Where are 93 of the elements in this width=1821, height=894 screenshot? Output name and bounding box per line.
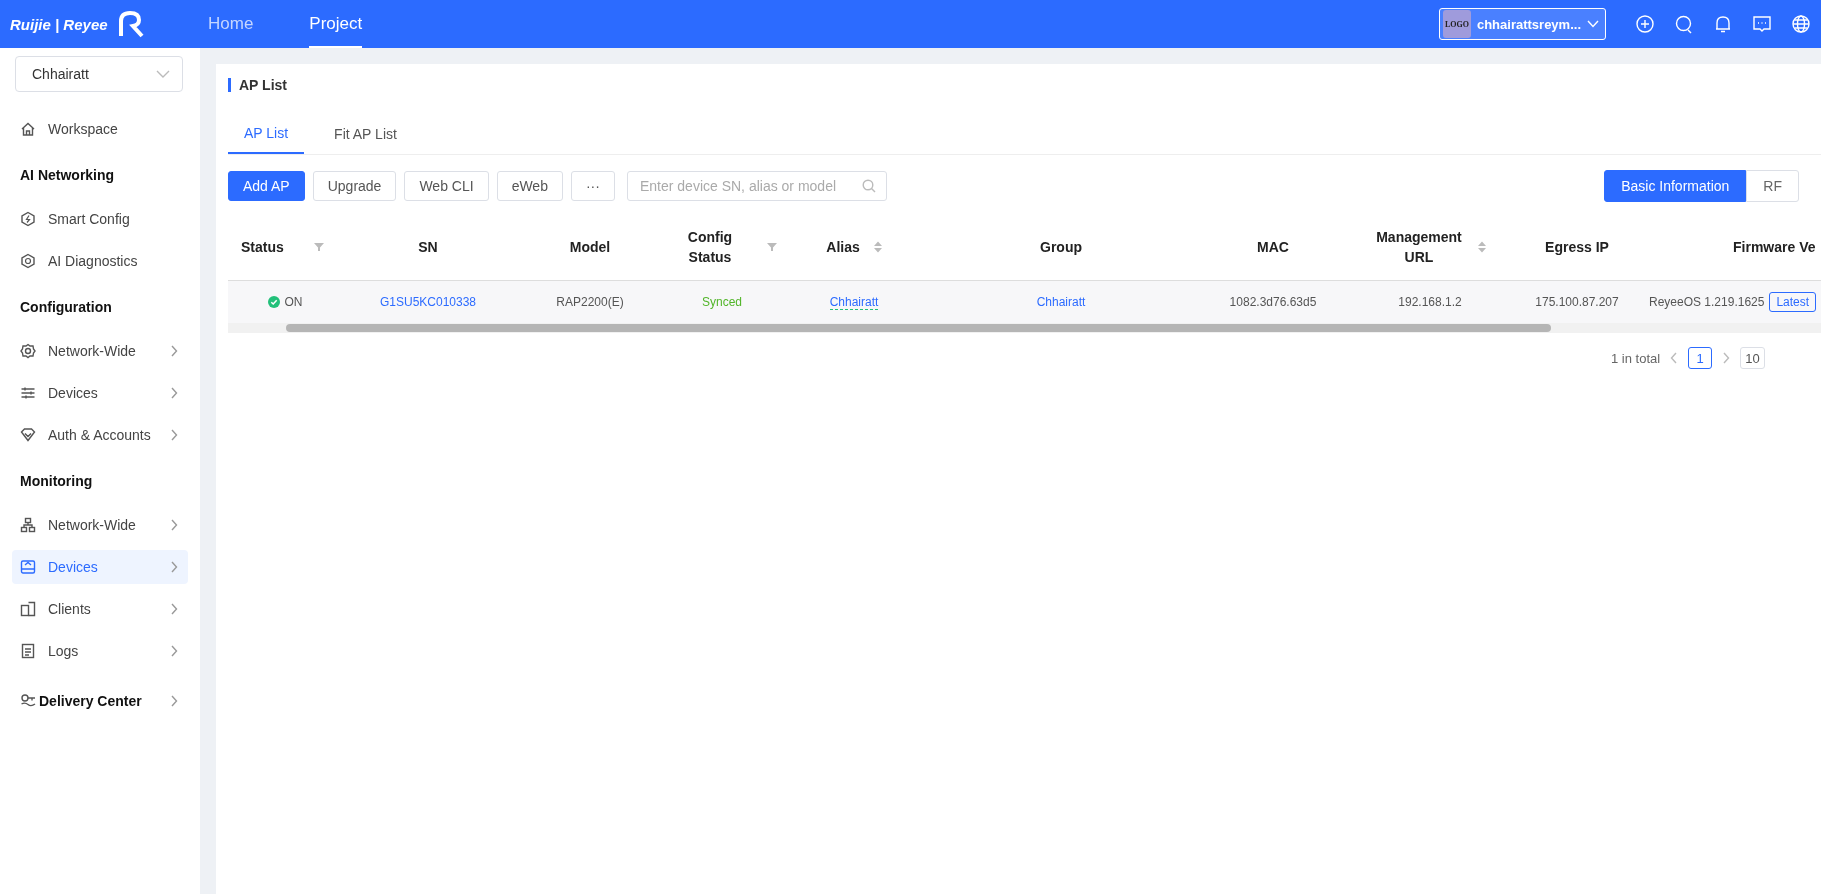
menu-item[interactable]: Network-Wide xyxy=(12,508,188,542)
menu-item[interactable]: Smart Config xyxy=(12,202,188,236)
search-field[interactable]: Enter device SN, alias or model xyxy=(626,171,887,201)
config-status: Synced xyxy=(702,295,742,309)
column-header: Egress IP xyxy=(1545,238,1609,257)
globe-icon[interactable] xyxy=(1791,14,1811,34)
chevron-down-icon xyxy=(156,70,170,78)
brand-logo: Ruijie | Reyee xyxy=(10,9,180,39)
add-icon[interactable] xyxy=(1635,14,1655,34)
menu-label: Devices xyxy=(48,559,98,575)
action-button[interactable]: Upgrade xyxy=(312,171,397,201)
menu-item[interactable]: Workspace xyxy=(12,112,188,146)
network-icon xyxy=(20,517,36,533)
column-header: Group xyxy=(1040,238,1082,257)
column-header: Config Status xyxy=(686,228,734,267)
menu-label: Network-Wide xyxy=(48,343,136,359)
account-name: chhairattsreym... xyxy=(1476,16,1581,32)
menu-item[interactable]: Logs xyxy=(12,634,188,668)
status-text: ON xyxy=(284,295,303,309)
column-header: Management URL xyxy=(1375,228,1463,267)
filter-icon[interactable] xyxy=(767,242,777,252)
page-button[interactable]: 1 xyxy=(1688,347,1713,369)
hexagon-icon xyxy=(20,211,36,227)
table-cell: 192.168.1.2 xyxy=(1398,295,1462,309)
device-icon xyxy=(20,559,36,575)
menu-label: Logs xyxy=(48,643,79,659)
view-toggle[interactable]: Basic Information xyxy=(1604,170,1747,202)
menu-label: Clients xyxy=(48,601,91,617)
chevron-left-icon xyxy=(1670,352,1679,364)
column-header: Alias xyxy=(826,238,860,257)
sort-icon[interactable] xyxy=(873,241,882,253)
sliders-icon xyxy=(20,385,36,401)
menu-item[interactable]: AI Diagnostics xyxy=(12,244,188,278)
project-selector[interactable]: Chhairatt xyxy=(15,56,183,92)
action-button[interactable]: Web CLI xyxy=(404,171,489,201)
table-cell: 175.100.87.207 xyxy=(1535,295,1619,309)
project-name: Chhairatt xyxy=(32,66,89,82)
column-header: SN xyxy=(418,238,438,257)
hexagon-icon xyxy=(20,253,36,269)
menu-label: Devices xyxy=(48,385,98,401)
chat-icon[interactable] xyxy=(1752,14,1772,34)
nav-tab[interactable]: Project xyxy=(309,0,363,48)
filter-icon[interactable] xyxy=(313,242,324,252)
menu-item[interactable]: Network-Wide xyxy=(12,334,188,368)
diamond-icon xyxy=(20,427,36,443)
menu-label: Delivery Center xyxy=(39,693,142,709)
menu-item[interactable]: Clients xyxy=(12,592,188,626)
menu-item[interactable]: Devices xyxy=(12,550,188,584)
chevron-down-icon xyxy=(1587,20,1599,28)
gear-icon xyxy=(20,343,36,359)
table-cell: RAP2200(E) xyxy=(556,295,624,309)
menu-label: Auth & Accounts xyxy=(48,427,151,443)
menu-item[interactable]: Auth & Accounts xyxy=(12,418,188,452)
tab[interactable]: AP List xyxy=(228,114,305,154)
column-header: MAC xyxy=(1257,238,1289,257)
total-count: 1 in total xyxy=(1611,350,1661,366)
section-heading: Configuration xyxy=(19,298,113,317)
log-icon xyxy=(20,643,36,659)
search-icon[interactable] xyxy=(1674,14,1694,34)
key-icon xyxy=(20,693,36,709)
account-selector[interactable]: LOGO chhairattsreym... xyxy=(1438,8,1606,40)
menu-item[interactable]: Delivery Center xyxy=(12,684,188,718)
menu-label: AI Diagnostics xyxy=(48,253,138,269)
action-button[interactable]: eWeb xyxy=(496,171,563,201)
latest-badge: Latest xyxy=(1769,292,1817,312)
menu-label: Smart Config xyxy=(48,211,130,227)
chevron-right-icon xyxy=(1722,352,1731,364)
serial-link[interactable]: G1SU5KC010338 xyxy=(379,295,477,309)
add-button[interactable]: Add AP xyxy=(228,171,305,201)
view-toggle[interactable]: RF xyxy=(1746,170,1799,202)
search-icon xyxy=(861,179,876,193)
tab[interactable]: Fit AP List xyxy=(318,114,413,154)
firmware-version: ReyeeOS 1.219.1625 xyxy=(1649,295,1765,309)
section-heading: Monitoring xyxy=(19,472,94,491)
column-header: Firmware Ve xyxy=(1733,238,1816,257)
action-button[interactable]: ··· xyxy=(570,171,615,201)
sort-icon[interactable] xyxy=(1478,241,1486,253)
page-title: AP List xyxy=(228,78,1821,92)
menu-item[interactable]: Devices xyxy=(12,376,188,410)
bell-icon[interactable] xyxy=(1713,14,1733,34)
group-link[interactable]: Chhairatt xyxy=(1036,295,1086,309)
column-header: Model xyxy=(569,238,611,257)
account-logo: LOGO xyxy=(1442,10,1471,38)
menu-label: Network-Wide xyxy=(48,517,136,533)
home-icon xyxy=(20,121,36,137)
page-size-select[interactable]: 10 xyxy=(1740,347,1765,369)
table-cell: 1082.3d76.63d5 xyxy=(1229,295,1317,309)
scrollbar[interactable] xyxy=(228,323,1821,333)
menu-label: Workspace xyxy=(48,121,118,137)
column-header: Status xyxy=(241,238,284,257)
clients-icon xyxy=(20,601,36,617)
alias-link[interactable]: Chhairatt xyxy=(829,295,879,310)
section-heading: AI Networking xyxy=(19,166,116,185)
